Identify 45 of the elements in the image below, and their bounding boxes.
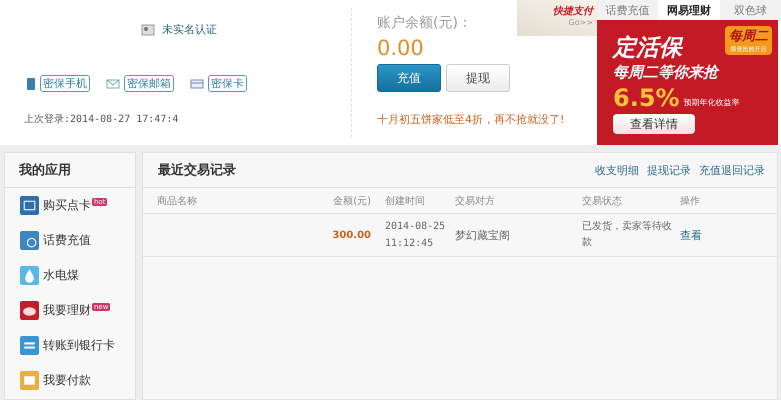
panel-title: 我的应用 xyxy=(19,162,71,179)
quick-pay-title: 快捷支付 xyxy=(553,4,593,18)
app-item[interactable]: 话费充值 xyxy=(5,223,135,258)
banner-subtitle: 每周二等你来抢 xyxy=(613,63,718,82)
panel-title: 最近交易记录 xyxy=(158,162,236,179)
water-drop-icon xyxy=(20,266,39,285)
verify-status: 未实名认证 xyxy=(162,22,217,37)
promo-text: 十月初五饼家低至4折，再不抢就没了! xyxy=(377,112,566,127)
withdraw-button[interactable]: 提现 xyxy=(446,64,510,92)
column-header: 操作 xyxy=(680,194,701,208)
status-cell-text: 已发货，卖家等待收款 xyxy=(582,220,673,250)
app-item[interactable]: 转账到银行卡 xyxy=(5,328,135,363)
date-cell-text: 2014-08-25 11:12:45 xyxy=(385,220,446,251)
app-item[interactable]: 水电煤 xyxy=(5,258,135,293)
record-link[interactable]: 提现记录 xyxy=(647,162,691,178)
card-icon xyxy=(20,196,39,215)
column-header: 金额(元) xyxy=(332,194,372,208)
app-item[interactable]: 我要付款 xyxy=(5,363,135,398)
last-login: 上次登录:2014-08-27 17:47:4 xyxy=(24,112,180,126)
security-link[interactable]: 密保邮箱 xyxy=(124,75,174,92)
record-link[interactable]: 收支明细 xyxy=(595,162,639,178)
rate-label: 预期年化收益率 xyxy=(684,97,740,108)
column-header: 交易对方 xyxy=(455,194,496,208)
view-link[interactable]: 查看 xyxy=(680,228,777,242)
transfer-icon xyxy=(20,336,39,355)
record-link[interactable]: 充值退回记录 xyxy=(699,162,765,178)
banner-title: 定活保 xyxy=(613,34,682,63)
badge-title: 每周二 xyxy=(729,28,768,45)
balance-label: 账户余额(元)： xyxy=(377,14,472,32)
recharge-button[interactable]: 充值 xyxy=(377,64,441,92)
column-header: 创建时间 xyxy=(385,194,426,208)
details-button[interactable]: 查看详情 xyxy=(613,114,695,134)
promo-tab[interactable]: 网易理财 xyxy=(658,0,720,20)
security-link[interactable]: 密保卡 xyxy=(208,75,247,92)
banner-rate: 6.5% xyxy=(613,84,680,112)
party-cell-text: 梦幻藏宝阁 xyxy=(455,228,511,242)
balance-amount: 0.00 xyxy=(377,36,424,60)
column-header: 商品名称 xyxy=(157,194,198,208)
quick-pay-corner[interactable]: 快捷支付 Go>> xyxy=(517,0,597,36)
column-header: 交易状态 xyxy=(582,194,623,208)
amount-cell-text: 300.00 xyxy=(331,230,372,240)
piggy-bank-icon xyxy=(20,301,39,320)
security-link[interactable]: 密保手机 xyxy=(40,75,90,92)
card-icon xyxy=(188,76,206,90)
envelope-icon xyxy=(104,76,122,90)
